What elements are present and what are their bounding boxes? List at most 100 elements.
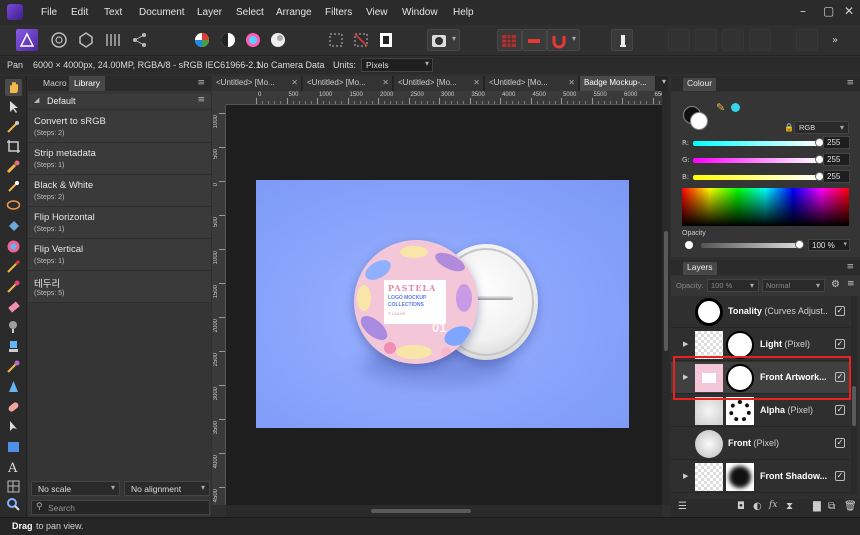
photo-persona-icon[interactable] xyxy=(16,29,38,51)
deselect-icon[interactable] xyxy=(350,29,372,51)
layer-opacity-select[interactable]: 100 % xyxy=(707,279,759,292)
macro-item[interactable]: Black & White (Steps: 2) xyxy=(28,175,211,207)
panel-menu-icon[interactable]: ≡ xyxy=(846,262,854,272)
assistant-icon[interactable] xyxy=(611,29,633,51)
layer-row[interactable]: Front (Pixel) ✓ xyxy=(671,428,850,460)
color-picker-icon[interactable] xyxy=(5,118,22,135)
align-top-icon[interactable] xyxy=(749,29,771,51)
macro-item[interactable]: Flip Vertical (Steps: 1) xyxy=(28,239,211,271)
delete-layer-icon[interactable]: 🗑 xyxy=(844,501,857,512)
hand-tool-icon[interactable] xyxy=(5,79,22,96)
b-slider[interactable] xyxy=(693,175,819,180)
arrange-icon[interactable] xyxy=(796,29,818,51)
horizontal-scrollbar[interactable] xyxy=(226,505,662,517)
adjustment-icon[interactable]: ◐ xyxy=(753,501,762,512)
vertical-scroll-thumb[interactable] xyxy=(664,231,668,351)
layers-scroll-thumb[interactable] xyxy=(852,386,856,426)
move-tool-icon[interactable] xyxy=(5,98,22,115)
library-search-field[interactable]: ⚲ Search xyxy=(31,500,210,515)
menu-layer[interactable]: Layer xyxy=(197,7,222,18)
layer-settings-icon[interactable]: ⚙ xyxy=(831,279,840,290)
macro-item[interactable]: Flip Horizontal (Steps: 1) xyxy=(28,207,211,239)
panel-menu-icon[interactable]: ≡ xyxy=(197,78,205,88)
layers-scrollbar[interactable] xyxy=(851,296,857,494)
collapse-arrow-icon[interactable]: ◢ xyxy=(34,96,39,104)
blend-mode-select[interactable]: Normal xyxy=(762,279,825,292)
lock-icon[interactable]: 🔒 xyxy=(784,123,794,132)
liquify-persona-icon[interactable] xyxy=(48,29,70,51)
horizontal-scroll-thumb[interactable] xyxy=(371,509,471,513)
minimize-icon[interactable]: – xyxy=(800,4,806,18)
document-tab[interactable]: <Untitled> [Mo... ✕ xyxy=(212,76,302,91)
close-icon[interactable]: ✕ xyxy=(844,4,854,18)
color-replacement-icon[interactable] xyxy=(5,278,22,295)
snapping-guides-icon[interactable] xyxy=(522,29,547,51)
r-value[interactable]: 255 xyxy=(823,136,850,149)
sharpen-icon[interactable] xyxy=(5,378,22,395)
selection-brush-icon[interactable] xyxy=(5,158,22,175)
dodge-icon[interactable] xyxy=(5,318,22,335)
tab-overflow-icon[interactable]: ▾ xyxy=(662,77,666,86)
develop-persona-icon[interactable] xyxy=(75,29,97,51)
alignment-select[interactable]: No alignment xyxy=(124,481,210,496)
scale-select[interactable]: No scale xyxy=(31,481,120,496)
vertical-scrollbar[interactable] xyxy=(662,91,670,505)
menu-help[interactable]: Help xyxy=(453,7,474,18)
paint-brush-icon[interactable] xyxy=(5,258,22,275)
clone-icon[interactable] xyxy=(5,338,22,355)
b-value[interactable]: 255 xyxy=(823,170,850,183)
align-right-icon[interactable] xyxy=(722,29,744,51)
layer-row[interactable]: ▶ Front Shadow... ✓ xyxy=(671,461,850,493)
quick-mask-button[interactable]: ▾ xyxy=(427,29,460,51)
align-center-icon[interactable] xyxy=(695,29,717,51)
canvas-area[interactable]: PASTELA LOGO MOCKUP COLLECTIONS © LAKHS … xyxy=(226,105,662,505)
units-select[interactable]: Pixels xyxy=(361,58,433,72)
snapping-magnet-icon[interactable]: ▾ xyxy=(547,29,580,51)
gradient-icon[interactable] xyxy=(5,238,22,255)
document-tab-active[interactable]: Badge Mockup-... xyxy=(580,76,656,91)
auto-colors-icon[interactable] xyxy=(242,29,264,51)
layers-menu-icon[interactable]: ≡ xyxy=(847,279,855,289)
document-tab[interactable]: <Untitled> [Mo... ✕ xyxy=(394,76,484,91)
tab-layers[interactable]: Layers xyxy=(683,262,717,275)
zoom-tool-icon[interactable] xyxy=(5,496,22,513)
tab-colour[interactable]: Colour xyxy=(683,78,717,91)
document-canvas[interactable]: PASTELA LOGO MOCKUP COLLECTIONS © LAKHS … xyxy=(256,180,629,428)
group-icon[interactable]: ▇ xyxy=(813,501,821,512)
colour-model-select[interactable]: RGB xyxy=(794,121,849,134)
layer-visibility-checkbox[interactable]: ✓ xyxy=(835,438,845,448)
layers-stack-icon[interactable]: ☰ xyxy=(678,501,687,512)
layer-visibility-checkbox[interactable]: ✓ xyxy=(835,339,845,349)
opacity-slider[interactable] xyxy=(701,243,799,248)
category-menu-icon[interactable]: ≡ xyxy=(197,95,205,105)
macro-item[interactable]: Convert to sRGB (Steps: 2) xyxy=(28,111,211,143)
invert-selection-icon[interactable] xyxy=(375,29,397,51)
opacity-value[interactable]: 100 % ▾ xyxy=(808,239,850,251)
tone-map-persona-icon[interactable] xyxy=(102,29,124,51)
colour-spectrum[interactable] xyxy=(682,188,849,226)
panel-menu-icon[interactable]: ≡ xyxy=(846,78,854,88)
menu-edit[interactable]: Edit xyxy=(71,7,88,18)
lasso-icon[interactable] xyxy=(5,198,22,215)
tab-macro[interactable]: Macro xyxy=(38,76,72,91)
stroke-color-swatch[interactable] xyxy=(690,112,708,130)
auto-levels-icon[interactable] xyxy=(191,29,213,51)
expand-arrow-icon[interactable]: ▶ xyxy=(683,472,688,480)
eyedropper-icon[interactable]: ✎ xyxy=(716,101,725,114)
menu-file[interactable]: File xyxy=(41,7,57,18)
erase-brush-icon[interactable] xyxy=(5,298,22,315)
mesh-warp-icon[interactable] xyxy=(5,478,22,495)
overflow-chevron-icon[interactable]: » xyxy=(832,35,838,46)
fx-icon[interactable]: fx xyxy=(769,500,777,510)
menu-document[interactable]: Document xyxy=(139,7,185,18)
auto-contrast-icon[interactable] xyxy=(217,29,239,51)
align-left-icon[interactable] xyxy=(668,29,690,51)
macro-item[interactable]: Strip metadata (Steps: 1) xyxy=(28,143,211,175)
marquee-select-icon[interactable] xyxy=(325,29,347,51)
snapping-grid-icon[interactable] xyxy=(497,29,522,51)
mask-layer-icon[interactable]: ◘ xyxy=(737,501,745,512)
rectangle-tool-icon[interactable] xyxy=(5,438,22,455)
r-slider[interactable] xyxy=(693,141,819,146)
menu-view[interactable]: View xyxy=(366,7,388,18)
menu-select[interactable]: Select xyxy=(236,7,264,18)
